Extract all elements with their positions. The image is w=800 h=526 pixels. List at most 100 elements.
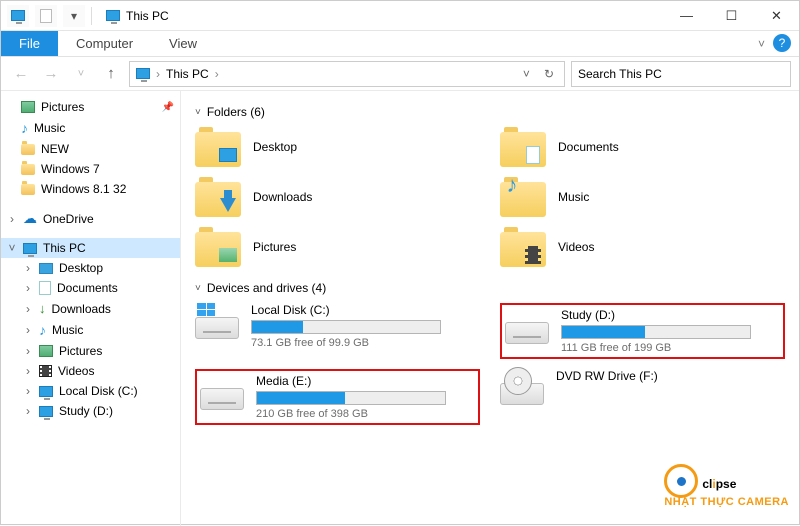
drive-name: Local Disk (C:) bbox=[251, 303, 480, 317]
qat-dropdown[interactable]: ▾ bbox=[63, 5, 85, 27]
folder-item[interactable]: Videos bbox=[500, 227, 785, 267]
drive-icon bbox=[39, 406, 53, 417]
minimize-button[interactable]: — bbox=[664, 1, 709, 31]
address-bar[interactable]: › This PC › ˅ ↻ bbox=[129, 61, 565, 87]
drive-name: Media (E:) bbox=[256, 374, 475, 388]
ribbon-collapse[interactable]: ˅ bbox=[758, 37, 765, 51]
drive-free-text: 111 GB free of 199 GB bbox=[561, 342, 780, 354]
folders-header[interactable]: ˅ Folders (6) bbox=[195, 105, 785, 119]
close-button[interactable]: ✕ bbox=[754, 1, 799, 31]
body: Pictures 📌 ♪ Music NEW Windows 7 Windows 8.1 3… bbox=[1, 91, 799, 526]
folder-item[interactable]: Pictures bbox=[195, 227, 480, 267]
tree-item[interactable]: ›Videos bbox=[1, 361, 180, 381]
address-dropdown[interactable]: ˅ bbox=[519, 67, 534, 81]
back-button[interactable]: ← bbox=[9, 65, 33, 82]
monitor-icon bbox=[136, 68, 150, 79]
folder-item[interactable]: Documents bbox=[500, 127, 785, 167]
folder-label: Documents bbox=[558, 140, 619, 154]
desktop-icon bbox=[218, 145, 238, 165]
expand-icon[interactable]: › bbox=[23, 404, 33, 418]
drive-item[interactable]: Local Disk (C:) 73.1 GB free of 99.9 GB bbox=[195, 303, 480, 359]
drives-grid: Local Disk (C:) 73.1 GB free of 99.9 GB St… bbox=[195, 303, 785, 425]
folder-icon bbox=[500, 227, 546, 267]
video-icon bbox=[523, 245, 543, 265]
breadcrumb-sep[interactable]: › bbox=[215, 67, 219, 81]
quick-access-toolbar: ▾ bbox=[1, 5, 98, 27]
tab-computer[interactable]: Computer bbox=[58, 31, 151, 56]
tree-item[interactable]: ›☁OneDrive bbox=[1, 207, 180, 230]
qat-icon-2[interactable] bbox=[35, 5, 57, 27]
desktop-icon bbox=[39, 263, 53, 274]
expand-icon[interactable]: › bbox=[23, 384, 33, 398]
music-icon: ♪ bbox=[502, 175, 522, 195]
tree-item[interactable]: ›Local Disk (C:) bbox=[1, 381, 180, 401]
drive-icon bbox=[39, 386, 53, 397]
tree-label: Windows 7 bbox=[41, 162, 100, 176]
expand-icon[interactable]: › bbox=[23, 323, 33, 337]
tree-item[interactable]: Pictures 📌 bbox=[1, 97, 180, 117]
recent-locations[interactable]: ˅ bbox=[69, 68, 93, 80]
drive-item[interactable]: Media (E:)210 GB free of 398 GB bbox=[195, 369, 480, 425]
tree-label: Windows 8.1 32 bbox=[41, 182, 126, 196]
tree-item[interactable]: ›♪Music bbox=[1, 319, 180, 341]
separator bbox=[91, 7, 92, 25]
monitor-icon bbox=[23, 243, 37, 254]
breadcrumb-item[interactable]: This PC bbox=[166, 67, 209, 81]
titlebar: ▾ This PC — ☐ ✕ bbox=[1, 1, 799, 31]
dvd-drive-icon bbox=[500, 369, 544, 405]
tree-item[interactable]: › Pictures bbox=[1, 341, 180, 361]
tree-item[interactable]: › Desktop bbox=[1, 258, 180, 278]
window-controls: — ☐ ✕ bbox=[664, 1, 799, 31]
tree-label: Music bbox=[34, 121, 65, 135]
tree-label: Pictures bbox=[59, 344, 102, 358]
tree-item[interactable]: NEW bbox=[1, 139, 180, 159]
breadcrumb-sep: › bbox=[156, 67, 160, 81]
folder-label: Music bbox=[558, 190, 589, 204]
qat-icon-1[interactable] bbox=[7, 5, 29, 27]
drive-free-text: 73.1 GB free of 99.9 GB bbox=[251, 337, 480, 349]
tree-item[interactable]: ›↓Downloads bbox=[1, 298, 180, 319]
tree-item[interactable]: Windows 8.1 32 bbox=[1, 179, 180, 199]
forward-button[interactable]: → bbox=[39, 65, 63, 82]
folder-item[interactable]: ♪ Music bbox=[500, 177, 785, 217]
tree-item[interactable]: ˅This PC bbox=[1, 238, 180, 258]
usage-bar bbox=[256, 391, 446, 405]
tab-file[interactable]: File bbox=[1, 31, 58, 56]
tree-label: Pictures bbox=[41, 100, 84, 114]
drive-item[interactable]: DVD RW Drive (F:) bbox=[500, 369, 785, 425]
folder-item[interactable]: Downloads bbox=[195, 177, 480, 217]
tree-item[interactable]: › Study (D:) bbox=[1, 401, 180, 421]
pin-icon: 📌 bbox=[162, 102, 174, 113]
tree-label: Downloads bbox=[52, 302, 111, 316]
music-icon: ♪ bbox=[21, 120, 28, 136]
tree-label: Desktop bbox=[59, 261, 103, 275]
drive-item[interactable]: Study (D:)111 GB free of 199 GB bbox=[500, 303, 785, 359]
folder-item[interactable]: Desktop bbox=[195, 127, 480, 167]
expand-icon[interactable]: › bbox=[7, 212, 17, 226]
expand-icon[interactable]: › bbox=[23, 364, 33, 378]
expand-icon[interactable]: › bbox=[23, 302, 33, 316]
tree-item[interactable]: Windows 7 bbox=[1, 159, 180, 179]
tab-view[interactable]: View bbox=[151, 31, 215, 56]
expand-icon[interactable]: › bbox=[23, 281, 33, 295]
refresh-button[interactable]: ↻ bbox=[540, 67, 558, 81]
tree-item[interactable]: ›Documents bbox=[1, 278, 180, 298]
video-icon bbox=[39, 365, 52, 377]
search-input[interactable]: Search This PC bbox=[571, 61, 791, 87]
drive-name: DVD RW Drive (F:) bbox=[556, 369, 785, 383]
expand-icon[interactable]: › bbox=[23, 344, 33, 358]
ribbon: File Computer View ˅ ? bbox=[1, 31, 799, 57]
expand-icon[interactable]: › bbox=[23, 261, 33, 275]
tree-label: Study (D:) bbox=[59, 404, 113, 418]
expand-icon[interactable]: ˅ bbox=[7, 241, 17, 255]
up-button[interactable]: ↑ bbox=[99, 65, 123, 82]
drives-header[interactable]: ˅ Devices and drives (4) bbox=[195, 281, 785, 295]
nav-tree[interactable]: Pictures 📌 ♪ Music NEW Windows 7 Windows 8.1 3… bbox=[1, 91, 181, 526]
help-button[interactable]: ? bbox=[773, 34, 791, 52]
tree-item[interactable]: ♪ Music bbox=[1, 117, 180, 139]
search-placeholder: Search This PC bbox=[578, 67, 662, 81]
maximize-button[interactable]: ☐ bbox=[709, 1, 754, 31]
content-pane[interactable]: ˅ Folders (6) Desktop Documents Downloads ♪… bbox=[181, 91, 799, 526]
disk-drive-icon bbox=[195, 303, 239, 339]
usage-bar bbox=[251, 320, 441, 334]
